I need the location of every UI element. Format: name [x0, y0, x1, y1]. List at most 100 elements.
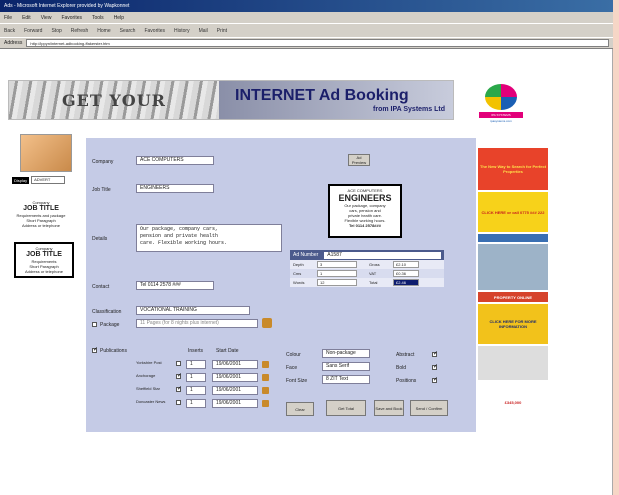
right-ad-column: The New Way to Search for Perfect Proper… — [478, 148, 548, 422]
publication-name: Anchorage — [136, 373, 156, 378]
fontsize-select[interactable]: 8 ZIT Text — [322, 375, 370, 384]
publication-checkbox[interactable] — [176, 361, 181, 366]
ad-number-header: Ad Number A1587 — [290, 250, 444, 260]
preview-tel: Tel 0114 2578### — [349, 223, 381, 228]
toolbar-mail-button[interactable]: Mail — [199, 28, 208, 34]
menu-item-favorites[interactable]: Favorites — [61, 15, 82, 21]
menu-item-view[interactable]: View — [41, 15, 52, 21]
option-checkbox[interactable] — [432, 376, 438, 383]
get-total-button[interactable]: Get Total — [326, 400, 366, 416]
inserts-select[interactable]: 1 — [186, 360, 206, 369]
toolbar-search-button[interactable]: Search — [120, 28, 136, 34]
browser-window: Ads - Microsoft Internet Explorer provid… — [0, 0, 613, 495]
ipa-logo[interactable]: IPA SYSTEMS ipasystems.com — [477, 84, 525, 128]
company-label: Company — [92, 159, 114, 165]
inserts-select[interactable]: 1 — [186, 373, 206, 382]
fontsize-label: Font Size — [286, 378, 308, 384]
toolbar-back-button[interactable]: Back — [4, 28, 15, 34]
publication-checkbox[interactable] — [176, 372, 182, 379]
menu-item-help[interactable]: Help — [114, 15, 124, 21]
calculator-icon[interactable] — [262, 318, 272, 328]
banner-title: INTERNET Ad Booking — [235, 87, 409, 104]
banner-left-image: GET YOUR — [9, 81, 219, 119]
menu-item-file[interactable]: File — [4, 15, 12, 21]
details-textarea[interactable]: Our package, company cars, pension and pr… — [136, 224, 282, 252]
logo-icon — [485, 84, 517, 110]
publication-checkbox[interactable] — [176, 385, 182, 392]
preview-title: ENGINEERS — [338, 193, 392, 203]
toolbar-history-button[interactable]: History — [174, 28, 190, 34]
option-checkbox[interactable] — [432, 350, 438, 357]
address-input[interactable]: http://ippyn/internet-adbooking-ffakerst… — [26, 39, 609, 47]
publications-checkbox[interactable] — [92, 346, 98, 353]
publication-name: Yorkshire Post — [136, 360, 162, 365]
save-book-button[interactable]: Save and Book — [374, 400, 404, 416]
sample-ad-card-2: Company JOB TITLE Requirements Short Paragr… — [14, 242, 74, 278]
package-select[interactable]: 11 Pages (for 8 nights plus internet) — [136, 319, 258, 328]
calendar-icon[interactable] — [262, 374, 269, 381]
calendar-icon[interactable] — [262, 400, 269, 407]
inserts-select[interactable]: 1 — [186, 399, 206, 408]
ad-cost-row: Depth 3 Gross £2.10 — [290, 260, 444, 269]
classification-select[interactable]: VOCATIONAL TRAINING — [136, 306, 250, 315]
send-confirm-button[interactable]: Send / Confirm — [410, 400, 448, 416]
toolbar-home-button[interactable]: Home — [97, 28, 110, 34]
details-line: pension and private health — [140, 233, 219, 239]
colour-select[interactable]: Non-package — [322, 349, 370, 358]
card1-line: Address or telephone — [21, 223, 61, 228]
package-radio[interactable] — [92, 322, 97, 327]
menu-item-edit[interactable]: Edit — [22, 15, 31, 21]
start-date-select[interactable]: 19/06/2001 — [212, 373, 258, 382]
right-ad-banner[interactable]: PROPERTY ONLINE — [478, 292, 548, 302]
right-ad-banner[interactable] — [478, 346, 548, 380]
toolbar-favorites-button[interactable]: Favorites — [144, 28, 165, 34]
start-date-select[interactable]: 19/06/2001 — [212, 399, 258, 408]
menu-bar: File Edit View Favorites Tools Help — [0, 12, 613, 23]
contact-field[interactable]: Tel 0114 2578 ### — [136, 281, 214, 290]
face-label: Face — [286, 365, 298, 371]
publication-checkbox[interactable] — [176, 400, 181, 405]
sidebar: Display ADVERT Company JOB TITLE Requireme… — [8, 134, 74, 278]
banner: GET YOUR INTERNET Ad Booking from IPA Sy… — [8, 80, 454, 120]
right-ad-banner[interactable]: The New Way to Search for Perfect Proper… — [478, 148, 548, 190]
right-ad-banner[interactable] — [478, 244, 548, 290]
ad-number-label: Ad Number — [293, 252, 319, 258]
ad-cost-rows: Depth 3 Gross £2.10 Cms 1 VAT £0.36 Words 12 Total… — [290, 260, 444, 287]
ad-thumbnail — [20, 134, 72, 172]
card2-line: JOB TITLE — [26, 251, 62, 258]
start-date-select[interactable]: 19/06/2001 — [212, 360, 258, 369]
sample-ad-card-1: Company JOB TITLE Requirements and package… — [8, 198, 74, 230]
inserts-select[interactable]: 1 — [186, 386, 206, 395]
right-ad-banner[interactable]: CLICK HERE FOR MORE INFORMATION — [478, 304, 548, 344]
publications-label: Publications — [100, 348, 127, 354]
ad-number-value: A1587 — [324, 251, 441, 259]
jobtitle-field[interactable]: ENGINEERS — [136, 184, 214, 193]
right-ad-banner[interactable] — [478, 234, 548, 242]
option-checkbox[interactable] — [432, 363, 438, 370]
right-ad-banner[interactable]: £345,000 — [478, 382, 548, 422]
ad-preview-button[interactable]: Ad Preview — [348, 154, 370, 166]
calendar-icon[interactable] — [262, 387, 269, 394]
option-label: Abstract — [396, 352, 415, 358]
cost-value: £0.36 — [393, 270, 419, 277]
display-select[interactable]: ADVERT — [31, 176, 66, 184]
face-select[interactable]: Sans Serif — [322, 362, 370, 371]
toolbar-forward-button[interactable]: Forward — [24, 28, 42, 34]
start-date-select[interactable]: 19/06/2001 — [212, 386, 258, 395]
toolbar-print-button[interactable]: Print — [217, 28, 227, 34]
banner-right: INTERNET Ad Booking from IPA Systems Ltd — [219, 81, 453, 119]
jobtitle-label: Job Title — [92, 187, 111, 193]
publication-name: Sheffield Star — [136, 386, 160, 391]
logo-text: IPA SYSTEMS — [479, 112, 523, 118]
right-ad-banner[interactable]: CLICK HERE or call 0775 ### 222 — [478, 192, 548, 232]
toolbar-stop-button[interactable]: Stop — [51, 28, 61, 34]
menu-item-tools[interactable]: Tools — [92, 15, 104, 21]
display-select-row: Display ADVERT — [12, 176, 74, 184]
inserts-header: Inserts — [188, 348, 204, 354]
card2-line: Address or telephone — [24, 269, 64, 274]
calendar-icon[interactable] — [262, 361, 269, 368]
details-line: Our package, company cars, — [140, 226, 219, 232]
toolbar-refresh-button[interactable]: Refresh — [71, 28, 89, 34]
clear-button[interactable]: Clear — [286, 402, 314, 416]
company-field[interactable]: ACE COMPUTERS — [136, 156, 214, 165]
